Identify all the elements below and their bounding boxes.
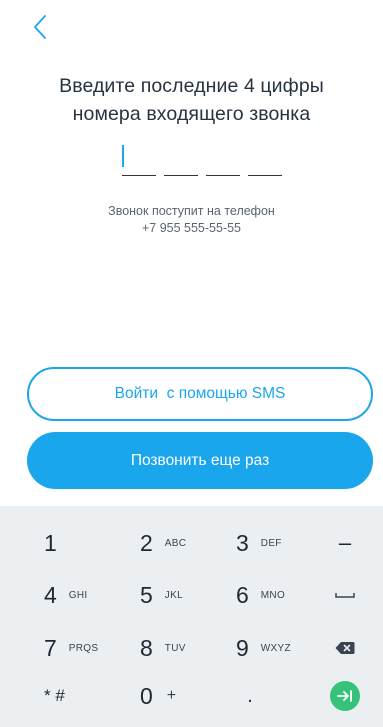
next-button[interactable] [330,681,360,711]
key-letters: JKL [164,589,183,601]
title-line-1: Введите последние 4 цифры [59,75,324,97]
key-7[interactable]: 7 PRQS [44,623,98,673]
title-line-2: номера входящего звонка [72,103,311,125]
call-info-text: Звонок поступит на телефон [108,204,275,218]
key-3[interactable]: 3 DEF [236,518,282,568]
page-title: Введите последние 4 цифры номера входяще… [0,72,383,128]
key-backspace[interactable] [330,623,360,673]
key-digit: 0 [140,682,153,709]
code-digit-slot[interactable] [248,175,282,176]
key-letters: GHI [68,589,88,601]
text-cursor [122,145,124,167]
key-minus[interactable]: – [330,518,360,568]
key-letters: MNO [260,589,286,601]
key-0[interactable]: 0 + [140,671,176,721]
next-arrow-icon [337,690,352,702]
minus-label: – [338,530,352,555]
key-9[interactable]: 9 WXYZ [236,623,291,673]
key-space[interactable] [330,570,360,620]
key-period[interactable]: . [240,676,260,716]
key-8[interactable]: 8 TUV [140,623,186,673]
key-digit: 6 [236,581,249,608]
key-letters: ABC [164,537,187,549]
key-4[interactable]: 4 GHI [44,570,87,620]
login-sms-label: Войти с помощью SMS [114,385,286,402]
key-digit: 4 [44,581,57,608]
period-label: . [247,684,253,707]
code-digit-slot[interactable] [206,175,240,176]
key-digit: 8 [140,634,153,661]
chevron-left-icon [34,15,46,39]
call-info: Звонок поступит на телефон +7 955 555-55… [0,203,383,237]
star-hash-label: * # [44,686,65,705]
key-letters: PRQS [68,642,99,654]
key-5[interactable]: 5 JKL [140,570,183,620]
backspace-icon [335,642,355,654]
key-letters: + [166,687,177,704]
key-digit: 1 [44,529,57,556]
key-digit: 3 [236,529,249,556]
code-digit-slot[interactable] [164,175,198,176]
phone-number: +7 955 555-55-55 [141,221,242,235]
key-6[interactable]: 6 MNO [236,570,285,620]
key-letters: DEF [260,537,282,549]
key-digit: 2 [140,529,153,556]
key-letters: WXYZ [260,642,291,654]
call-again-label: Позвонить еще раз [130,451,270,469]
key-star-hash[interactable]: * # [44,671,76,721]
code-digit-slot[interactable] [122,175,156,176]
key-digit: 7 [44,634,57,661]
space-icon [335,593,355,598]
key-digit: 5 [140,581,153,608]
login-sms-button[interactable]: Войти с помощью SMS [27,367,373,421]
key-letters: TUV [164,642,186,654]
back-button[interactable] [30,12,54,42]
key-digit: 9 [236,634,249,661]
call-again-button[interactable]: Позвонить еще раз [27,432,373,489]
key-2[interactable]: 2 ABC [140,518,186,568]
key-1[interactable]: 1 [44,518,57,568]
